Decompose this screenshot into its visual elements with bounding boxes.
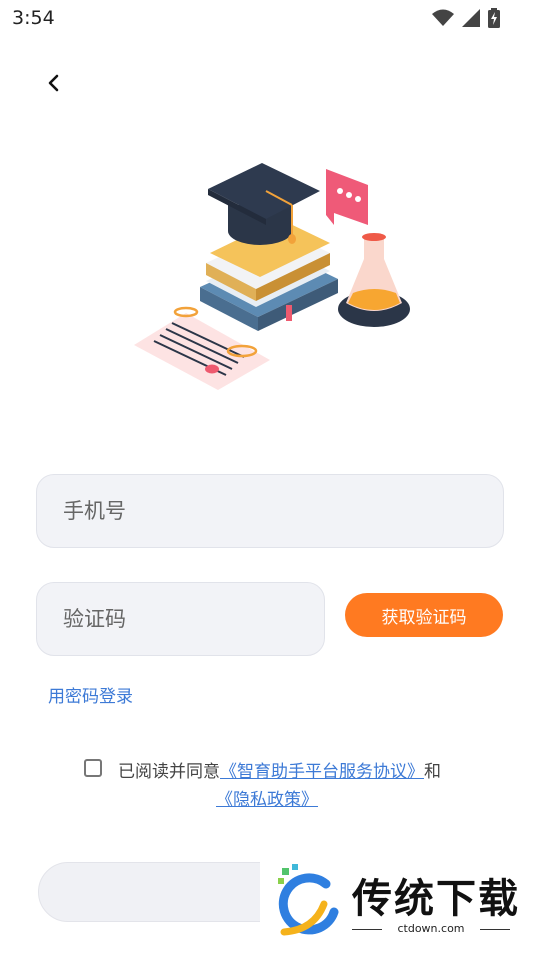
privacy-policy-link[interactable]: 《隐私政策》 — [216, 790, 318, 810]
status-icons — [432, 8, 500, 28]
back-arrow-icon — [48, 74, 59, 92]
agreement-line-2: 《隐私政策》 — [216, 785, 318, 810]
watermark-line-right — [480, 929, 510, 930]
service-agreement-link[interactable]: 《智育助手平台服务协议》 — [220, 762, 424, 782]
password-login-link[interactable]: 用密码登录 — [48, 682, 133, 707]
agreement-line-1: 已阅读并同意《智育助手平台服务协议》和 — [118, 757, 441, 782]
get-code-button[interactable]: 获取验证码 — [345, 593, 503, 637]
chat-bubble-illustration — [326, 169, 368, 225]
battery-charging-icon — [488, 8, 500, 28]
ctdown-logo-icon — [278, 864, 339, 936]
education-illustration — [134, 163, 410, 390]
status-bar: 3:54 — [0, 0, 540, 36]
watermark-brand: 传统下载 — [352, 876, 520, 922]
agreement-checkbox[interactable] — [84, 759, 102, 777]
agreement-conjunction: 和 — [424, 762, 441, 782]
cellular-signal-icon — [462, 9, 480, 27]
verification-code-input[interactable] — [61, 606, 324, 632]
wifi-icon — [432, 9, 454, 26]
verification-code-field[interactable] — [36, 582, 325, 656]
back-button[interactable] — [38, 68, 68, 98]
agreement-prefix: 已阅读并同意 — [118, 762, 220, 782]
phone-field[interactable] — [36, 474, 504, 548]
phone-input[interactable] — [61, 498, 503, 524]
status-time: 3:54 — [12, 7, 55, 29]
watermark: 传统下载 ctdown.com — [260, 860, 518, 940]
flask-illustration — [338, 233, 410, 327]
